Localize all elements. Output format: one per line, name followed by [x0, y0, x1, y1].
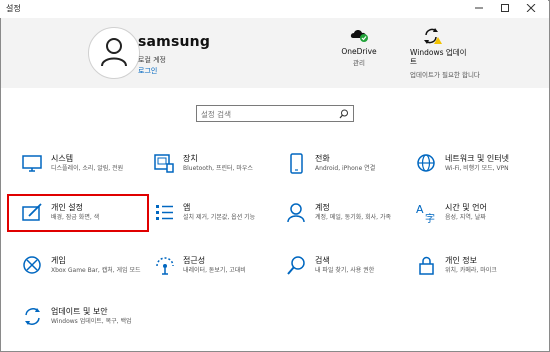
title-bar: 설정	[0, 0, 548, 18]
tile-label: 앱	[183, 203, 191, 212]
tile-privacy[interactable]: 개인 정보 위치, 카메라, 마이크	[415, 254, 535, 296]
gaming-icon	[23, 256, 41, 274]
tile-label: 시스템	[51, 154, 74, 163]
maximize-button[interactable]	[494, 0, 516, 16]
tile-label: 계정	[315, 203, 330, 212]
tile-desc: Android, iPhone 연결	[315, 165, 376, 172]
tile-label: 접근성	[183, 256, 206, 265]
svg-text:字: 字	[425, 212, 435, 225]
user-name: samsung	[138, 34, 211, 50]
tile-label: 시간 및 언어	[445, 203, 487, 212]
search-input[interactable]: 설정 검색	[196, 105, 354, 122]
tile-label: 게임	[51, 256, 66, 265]
tile-system[interactable]: 시스템 디스플레이, 소리, 알림, 전원	[21, 152, 141, 194]
apps-icon	[156, 205, 173, 220]
tile-desc: 디스플레이, 소리, 알림, 전원	[51, 165, 124, 172]
tile-phone[interactable]: 전화 Android, iPhone 연결	[285, 152, 405, 194]
tile-network[interactable]: 네트워크 및 인터넷 Wi-Fi, 비행기 모드, VPN	[415, 152, 535, 194]
tile-label: 전화	[315, 154, 330, 163]
close-button[interactable]	[520, 0, 542, 16]
tile-gaming[interactable]: 게임 Xbox Game Bar, 캡처, 게임 모드	[21, 254, 141, 296]
maximize-icon	[501, 4, 509, 12]
windows-update-icon	[424, 28, 442, 44]
minimize-button[interactable]	[468, 0, 490, 16]
tile-ease-of-access[interactable]: 접근성 내레이터, 돋보기, 고대비	[153, 254, 273, 296]
tile-desc: 음성, 지역, 날짜	[445, 214, 486, 221]
tile-label: 장치	[183, 154, 198, 163]
tile-update-security[interactable]: 업데이트 및 보안 Windows 업데이트, 복구, 백업	[21, 305, 141, 347]
phone-icon	[290, 153, 303, 174]
tile-desc: Windows 업데이트, 복구, 백업	[51, 318, 132, 325]
search-icon	[339, 109, 348, 119]
tile-accounts[interactable]: 계정 계정, 메일, 동기화, 회사, 가족	[285, 201, 405, 243]
tile-desc: 내레이터, 돋보기, 고대비	[183, 267, 246, 274]
tile-search[interactable]: 검색 내 파일 찾기, 사용 권한	[285, 254, 405, 296]
update-security-icon	[25, 308, 40, 325]
windows-update-status: 업데이트가 필요한 합니다	[410, 71, 480, 79]
account-type: 로컬 계정	[138, 56, 166, 64]
tile-label: 네트워크 및 인터넷	[445, 154, 509, 163]
tile-devices[interactable]: 장치 Bluetooth, 프린터, 마우스	[153, 152, 273, 194]
tile-label: 업데이트 및 보안	[51, 307, 108, 316]
tile-desc: 위치, 카메라, 마이크	[445, 267, 497, 274]
privacy-icon	[419, 256, 434, 275]
window-title: 설정	[6, 4, 21, 13]
search-placeholder: 설정 검색	[201, 110, 231, 119]
onedrive-label: OneDrive	[341, 47, 377, 56]
avatar[interactable]	[88, 27, 140, 79]
tile-desc: Bluetooth, 프린터, 마우스	[183, 165, 253, 172]
onedrive-shortcut[interactable]: OneDrive Windows 업데이트 관리	[335, 27, 383, 67]
onedrive-manage: 관리	[353, 59, 365, 67]
onedrive-icon	[350, 30, 368, 42]
system-icon	[22, 155, 42, 172]
tile-desc: 설치 제거, 기본값, 옵션 기능	[183, 214, 256, 221]
tile-desc: Xbox Game Bar, 캡처, 게임 모드	[51, 267, 141, 274]
tile-label: 검색	[315, 256, 330, 265]
tile-desc: 내 파일 찾기, 사용 권한	[315, 267, 375, 274]
ease-of-access-icon	[156, 257, 174, 275]
windows-update-shortcut[interactable]: Windows 업데이트 업데이트가 필요한 합니다	[410, 27, 480, 79]
devices-icon	[154, 154, 174, 173]
minimize-icon	[475, 7, 483, 9]
close-icon	[526, 4, 536, 12]
time-language-icon: A 字	[416, 203, 435, 225]
highlight-box	[7, 194, 149, 232]
tile-apps[interactable]: 앱 설치 제거, 기본값, 옵션 기능	[153, 201, 273, 243]
person-icon	[101, 38, 127, 67]
tile-time-language[interactable]: A 字 시간 및 언어 음성, 지역, 날짜	[415, 201, 535, 243]
tile-desc: 계정, 메일, 동기화, 회사, 가족	[315, 214, 391, 221]
accounts-icon	[287, 203, 305, 223]
search-tile-icon	[287, 256, 305, 275]
network-icon	[417, 154, 435, 172]
tile-label: 개인 정보	[445, 256, 477, 265]
sign-in-link[interactable]: 로그인	[138, 66, 157, 76]
windows-update-label: Windows 업데이트	[410, 48, 467, 66]
svg-text:A: A	[416, 203, 424, 216]
tile-desc: Wi-Fi, 비행기 모드, VPN	[445, 165, 509, 172]
